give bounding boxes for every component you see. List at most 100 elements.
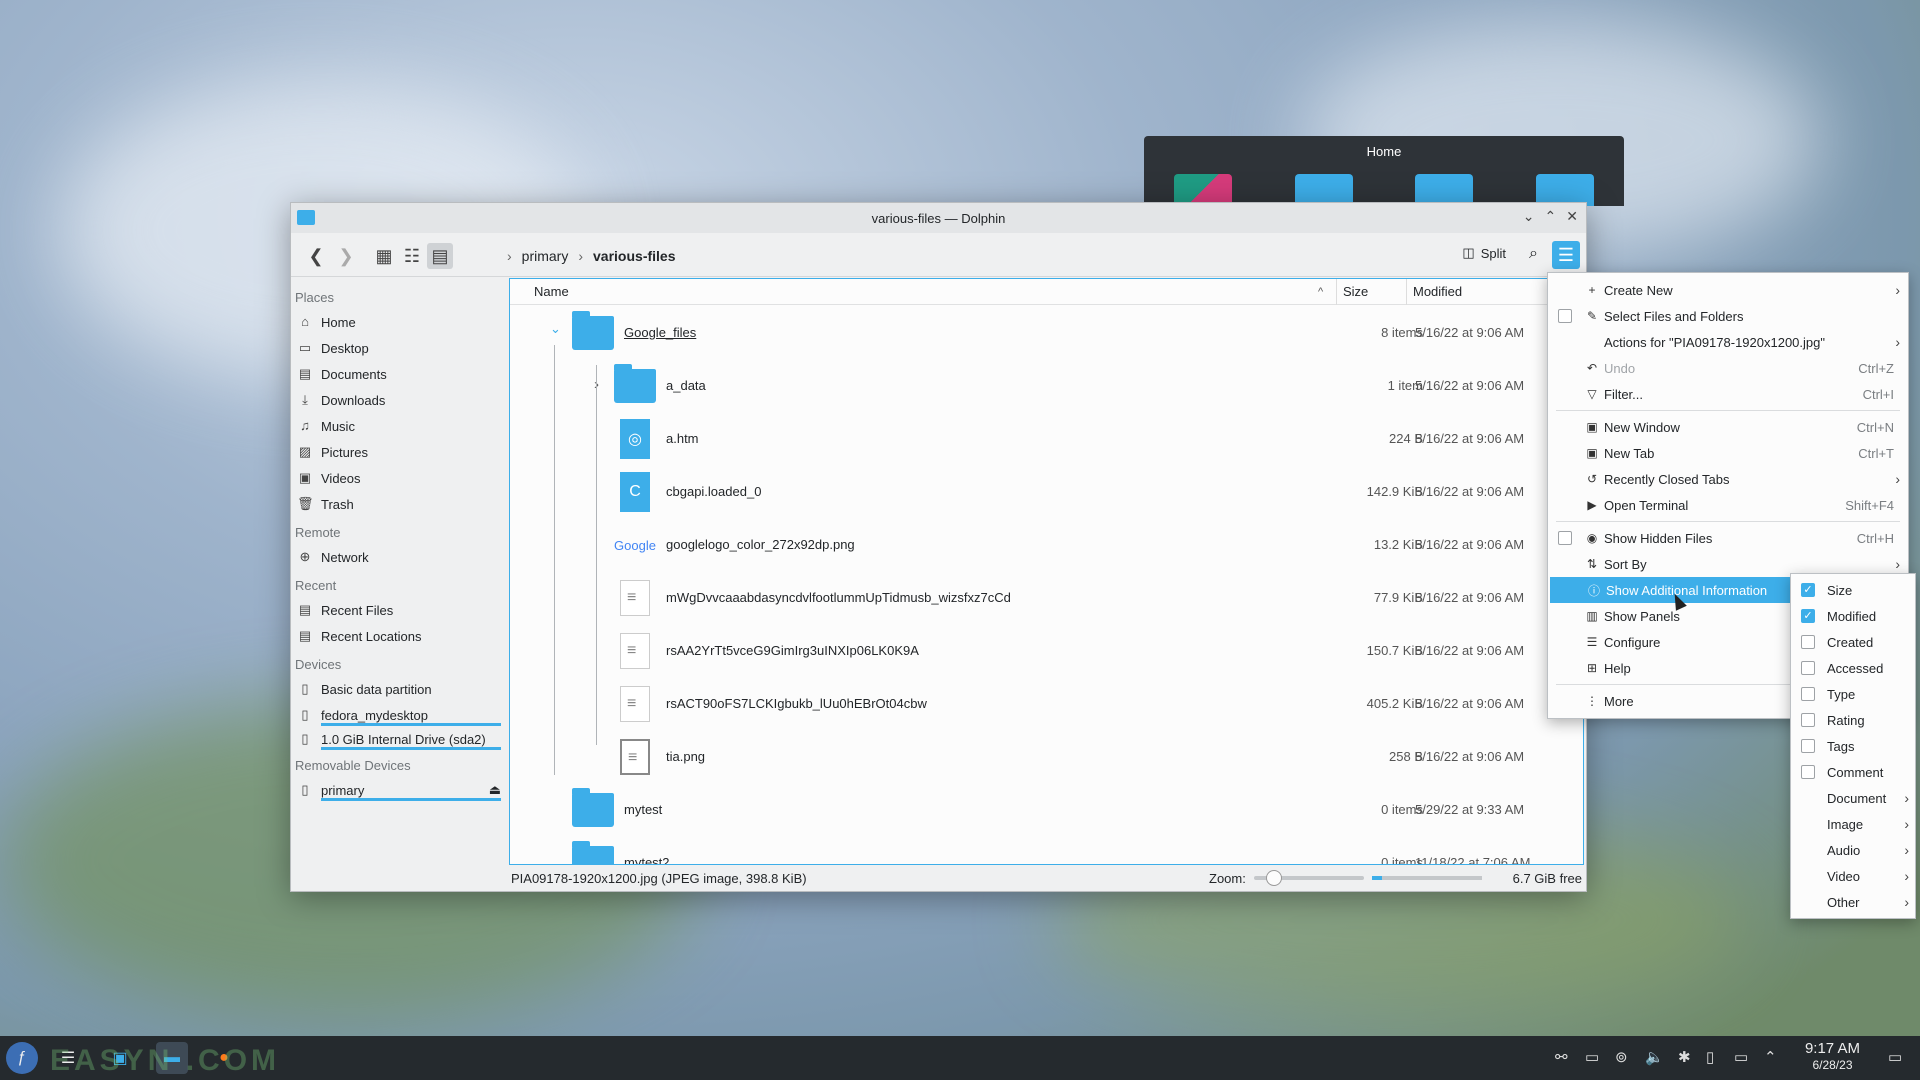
submenu-checkbox[interactable]: ✓	[1801, 609, 1815, 623]
file-row[interactable]: mytest 0 items 5/29/22 at 9:33 AM	[510, 784, 1583, 836]
sidebar-item-trash[interactable]: 🗑 Trash	[291, 491, 509, 517]
submenu-item-accessed[interactable]: Accessed	[1791, 655, 1915, 681]
disk-usage-bar	[321, 798, 501, 801]
sidebar-item-videos[interactable]: ▣ Videos	[291, 465, 509, 491]
breadcrumb-item-current[interactable]: various-files	[593, 248, 675, 264]
submenu-item-video[interactable]: Video ›	[1791, 863, 1915, 889]
column-modified[interactable]: Modified	[1406, 279, 1462, 305]
network-tray-icon[interactable]: ▭	[1734, 1048, 1748, 1066]
script-glyph: C	[620, 472, 650, 512]
home-window-title: Home	[1366, 144, 1402, 159]
sidebar-item-network[interactable]: ⊕ Network	[291, 544, 509, 570]
submenu-checkbox[interactable]	[1801, 635, 1815, 649]
file-row[interactable]: ◎ a.htm 224 B 5/16/22 at 9:06 AM	[510, 413, 1583, 465]
menu-item-new-tab[interactable]: ▣ New Tab Ctrl+T	[1548, 440, 1908, 466]
submenu-item-other[interactable]: Other ›	[1791, 889, 1915, 915]
menu-item-recently-closed-tabs[interactable]: ↺ Recently Closed Tabs ›	[1548, 466, 1908, 492]
volume-icon[interactable]: 🔈	[1645, 1048, 1664, 1066]
menu-checkbox[interactable]	[1558, 531, 1572, 545]
forward-icon[interactable]: ❯	[333, 243, 359, 269]
file-view[interactable]: Name ^ Size Modified Google_files 8 items…	[509, 278, 1584, 865]
hamburger-menu-icon[interactable]: ☰	[1552, 241, 1580, 269]
submenu-item-comment[interactable]: Comment	[1791, 759, 1915, 785]
eject-icon[interactable]: ⏏	[489, 782, 501, 798]
clock[interactable]: 9:17 AM 6/28/23	[1805, 1041, 1860, 1073]
file-row[interactable]: Ccbgapi.loaded_0 142.9 KiB 5/16/22 at 9:06…	[510, 466, 1583, 518]
menu-item-open-terminal[interactable]: ▶ Open Terminal Shift+F4	[1548, 492, 1908, 518]
window-titlebar[interactable]: various-files — Dolphin ⌄ ⌃ ✕	[291, 203, 1586, 233]
update-icon[interactable]: ⊚	[1615, 1048, 1628, 1066]
home-window-preview[interactable]: Home	[1144, 136, 1624, 206]
sidebar-item-desktop[interactable]: ▭ Desktop	[291, 335, 509, 361]
trash-icon: 🗑	[297, 496, 314, 511]
submenu-checkbox[interactable]	[1801, 661, 1815, 675]
submenu-item-rating[interactable]: Rating	[1791, 707, 1915, 733]
chevron-right-icon: ›	[1904, 868, 1909, 884]
menu-item-show-hidden-files[interactable]: ◉ Show Hidden Files Ctrl+H	[1548, 525, 1908, 551]
file-row[interactable]: rsAA2YrTt5vceG9GimIrg3uINXIp06LK0K9A150.…	[510, 625, 1583, 677]
menu-item-actions-for-pia09178-1920x1200-jpg[interactable]: Actions for "PIA09178-1920x1200.jpg" ›	[1548, 329, 1908, 355]
connect-icon[interactable]: ⚯	[1555, 1048, 1568, 1066]
sidebar-item-pictures[interactable]: ▨ Pictures	[291, 439, 509, 465]
icons-view-icon[interactable]: ▦	[371, 243, 397, 269]
compact-view-icon[interactable]: ☷	[399, 243, 425, 269]
menu-item-select-files-and-folders[interactable]: ✎ Select Files and Folders	[1548, 303, 1908, 329]
sidebar-item-basic-data-partition[interactable]: ▯ Basic data partition	[291, 676, 509, 702]
file-row[interactable]: Google googlelogo_color_272x92dp.png 13.2 …	[510, 519, 1583, 571]
submenu-checkbox[interactable]: ✓	[1801, 583, 1815, 597]
file-row[interactable]: Google_files 8 items 5/16/22 at 9:06 AM ⌄	[510, 307, 1583, 359]
sidebar-item-documents[interactable]: ▤ Documents	[291, 361, 509, 387]
submenu-checkbox[interactable]	[1801, 687, 1815, 701]
zoom-slider-knob[interactable]	[1265, 870, 1282, 886]
device-icon[interactable]: ▭	[1585, 1048, 1599, 1066]
column-size[interactable]: Size	[1336, 279, 1368, 305]
sidebar-item-downloads[interactable]: ⤓ Downloads	[291, 387, 509, 413]
menu-item-label: New Window	[1604, 419, 1680, 435]
submenu-item-image[interactable]: Image ›	[1791, 811, 1915, 837]
menu-item-create-new[interactable]: + Create New ›	[1548, 277, 1908, 303]
show-desktop-icon[interactable]: ▭	[1888, 1048, 1902, 1066]
split-label: Split	[1480, 245, 1506, 261]
submenu-checkbox[interactable]	[1801, 739, 1815, 753]
sidebar-item-recent-files[interactable]: ▤ Recent Files	[291, 597, 509, 623]
sidebar-item-music[interactable]: ♫ Music	[291, 413, 509, 439]
folder-icon	[572, 311, 614, 353]
column-name[interactable]: Name	[534, 284, 569, 299]
split-button[interactable]: ◫ Split	[1462, 245, 1506, 261]
fedora-launcher-icon[interactable]: ƒ	[6, 1042, 38, 1074]
collapse-icon[interactable]: ⌄	[550, 321, 561, 337]
file-row[interactable]: mytest2 0 items 11/18/22 at 7:06 AM	[510, 837, 1583, 864]
menu-checkbox[interactable]	[1558, 309, 1572, 323]
submenu-item-size[interactable]: ✓ Size	[1791, 577, 1915, 603]
breadcrumb-item-primary[interactable]: primary	[522, 248, 569, 264]
menu-item-new-window[interactable]: ▣ New Window Ctrl+N	[1548, 414, 1908, 440]
file-row[interactable]: a_data 1 item 5/16/22 at 9:06 AM ›	[510, 360, 1583, 412]
file-name: mWgDvvcaaabdasyncdvlfootlummUpTidmusb_wi…	[666, 590, 1011, 605]
battery-icon[interactable]: ▯	[1706, 1048, 1714, 1066]
submenu-item-modified[interactable]: ✓ Modified	[1791, 603, 1915, 629]
submenu-checkbox[interactable]	[1801, 713, 1815, 727]
submenu-item-type[interactable]: Type	[1791, 681, 1915, 707]
submenu-item-created[interactable]: Created	[1791, 629, 1915, 655]
search-icon[interactable]: ⌕	[1529, 245, 1538, 263]
chevron-right-icon: ›	[1895, 334, 1900, 350]
tray-expand-icon[interactable]: ⌃	[1764, 1048, 1777, 1066]
bluetooth-icon[interactable]: ✱	[1678, 1048, 1691, 1066]
sidebar-section-removable: Removable Devices	[295, 758, 411, 773]
zoom-slider[interactable]	[1253, 870, 1364, 886]
minimize-button[interactable]: ⌄	[1523, 208, 1535, 225]
file-row[interactable]: tia.png258 B5/16/22 at 9:06 AM	[510, 731, 1583, 783]
sidebar-item-home[interactable]: ⌂ Home	[291, 309, 509, 335]
submenu-checkbox[interactable]	[1801, 765, 1815, 779]
submenu-item-audio[interactable]: Audio ›	[1791, 837, 1915, 863]
maximize-button[interactable]: ⌃	[1545, 208, 1557, 225]
close-button[interactable]: ✕	[1566, 208, 1578, 225]
menu-item-filter[interactable]: ▽ Filter... Ctrl+I	[1548, 381, 1908, 407]
file-row[interactable]: rsACT90oFS7LCKIgbukb_lUu0hEBrOt04cbw405.…	[510, 678, 1583, 730]
details-view-icon[interactable]: ▤	[427, 243, 453, 269]
submenu-item-document[interactable]: Document ›	[1791, 785, 1915, 811]
submenu-item-tags[interactable]: Tags	[1791, 733, 1915, 759]
sidebar-item-recent-locations[interactable]: ▤ Recent Locations	[291, 623, 509, 649]
file-row[interactable]: mWgDvvcaaabdasyncdvlfootlummUpTidmusb_wi…	[510, 572, 1583, 624]
back-icon[interactable]: ❮	[303, 243, 329, 269]
